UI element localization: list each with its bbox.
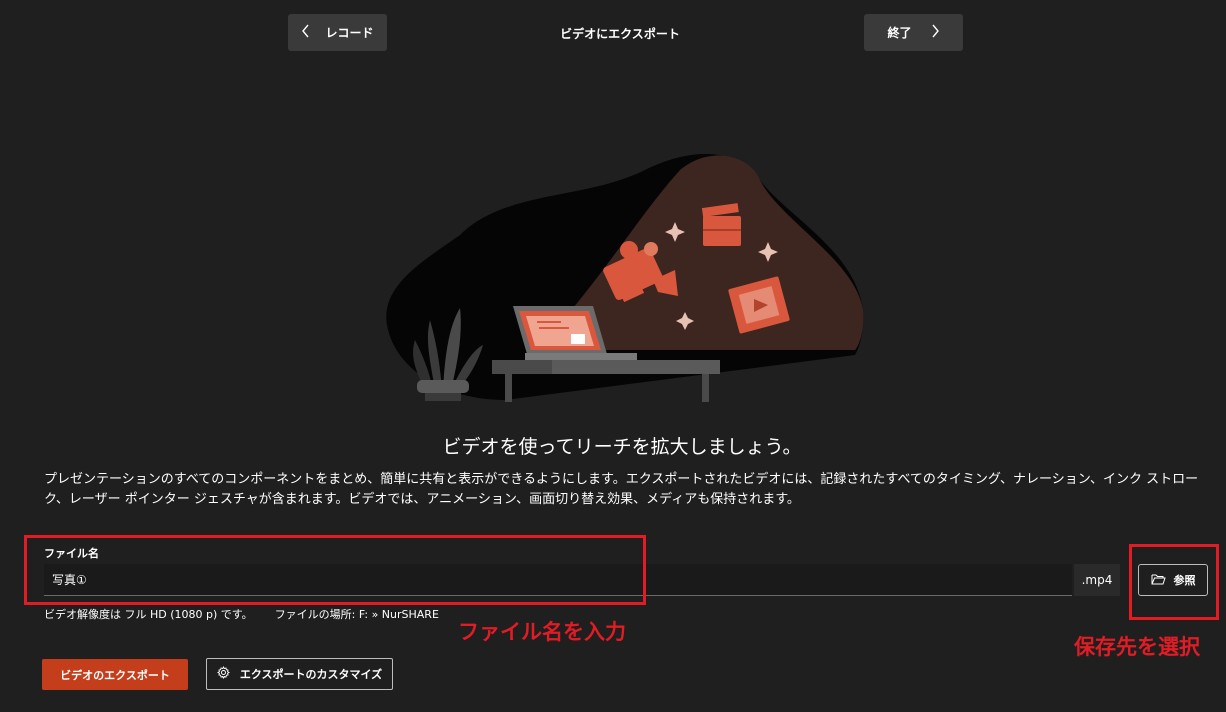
file-location: ファイルの場所: F: » NurSHARE: [275, 606, 439, 622]
annotation-box-browse: [1129, 544, 1219, 620]
file-info: ビデオ解像度は フル HD (1080 p) です。 ファイルの場所: F: »…: [44, 606, 439, 622]
customize-export-button[interactable]: エクスポートのカスタマイズ: [206, 658, 393, 690]
resolution-info: ビデオ解像度は フル HD (1080 p) です。: [44, 608, 253, 621]
annotation-box-filename: [24, 535, 646, 605]
finish-button[interactable]: 終了: [864, 14, 963, 51]
export-video-page: レコード ビデオにエクスポート 終了 ビデオを使ってリーチを拡大しましょう。 プ…: [0, 0, 1226, 712]
annotation-browse-note: 保存先を選択: [1074, 635, 1200, 659]
file-location-prefix: ファイルの場所:: [274, 608, 356, 621]
chevron-left-icon: [301, 24, 311, 41]
page-title: ビデオにエクスポート: [560, 27, 680, 41]
back-to-record-button[interactable]: レコード: [288, 14, 387, 51]
file-location-path: F: » NurSHARE: [358, 608, 439, 621]
annotation-filename-note: ファイル名を入力: [458, 620, 626, 644]
headline: ビデオを使ってリーチを拡大しましょう。: [442, 436, 802, 458]
export-video-illustration: [386, 153, 864, 402]
gear-icon: [216, 665, 230, 682]
description: プレゼンテーションのすべてのコンポーネントをまとめ、簡単に共有と表示ができるよう…: [44, 472, 1199, 507]
export-video-button[interactable]: ビデオのエクスポート: [42, 659, 188, 690]
file-extension: .mp4: [1074, 564, 1120, 596]
finish-button-label: 終了: [887, 26, 912, 40]
back-button-label: レコード: [325, 26, 374, 40]
chevron-right-icon: [930, 24, 940, 41]
customize-export-label: エクスポートのカスタマイズ: [239, 668, 383, 681]
